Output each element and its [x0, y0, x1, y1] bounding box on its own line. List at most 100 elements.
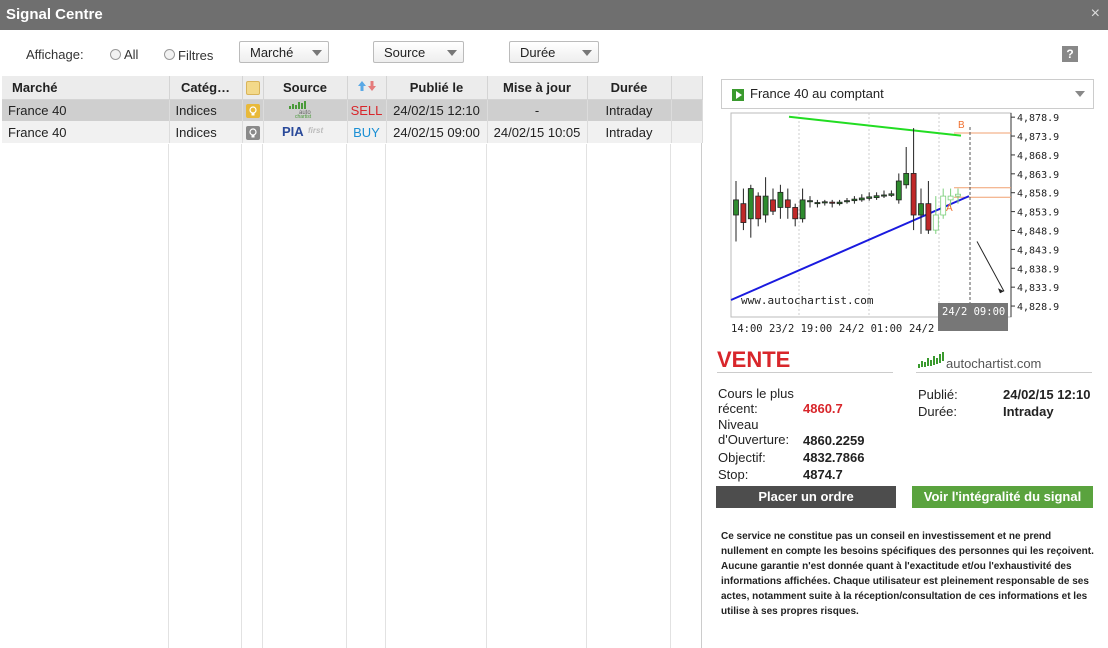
chart-y-tick-label: 4,838.9 [1017, 264, 1059, 275]
chart-y-tick-label: 4,843.9 [1017, 245, 1059, 256]
col-header-updated[interactable]: Mise à jour [487, 76, 588, 100]
chevron-down-icon [312, 50, 322, 56]
signal-chart[interactable]: 4,878.9 4,873.9 4,868.9 4,863.9 4,858.9 4,853… [729, 111, 1099, 341]
chart-marker-a: A [946, 203, 953, 214]
chevron-down-icon [447, 50, 457, 56]
cell-category: Indices [169, 99, 243, 121]
chevron-down-icon [1075, 91, 1085, 97]
column-divider [670, 144, 671, 648]
signal-detail-pane: France 40 au comptant 4,878.9 4,873.9 4,86… [704, 76, 1108, 648]
chart-candle [747, 188, 754, 220]
radio-filters-label[interactable]: Filtres [178, 48, 213, 63]
column-divider [385, 144, 386, 648]
col-header-published[interactable]: Publié le [386, 76, 488, 100]
sort-arrows-icon [357, 80, 376, 91]
disclaimer-text: Ce service ne constitue pas un conseil e… [721, 531, 1094, 617]
col-header-direction[interactable] [347, 76, 387, 100]
chart-y-tick-label: 4,873.9 [1017, 132, 1059, 143]
cell-published: 24/02/15 12:10 [386, 99, 488, 121]
chart-candle [799, 199, 806, 220]
radio-all-label[interactable]: All [124, 47, 138, 62]
source-dropdown-label: Source [384, 45, 426, 60]
cell-signal: BUY [347, 121, 387, 143]
column-divider [346, 144, 347, 648]
chart-candle [821, 201, 828, 204]
column-divider [168, 144, 169, 648]
chart-candle [733, 199, 739, 216]
cell-market: France 40 [2, 99, 170, 121]
chart-candle [932, 214, 939, 231]
table-row[interactable]: France 40 Indices auto chartist SELL 24/… [2, 99, 703, 121]
source-dropdown[interactable]: Source [373, 41, 464, 63]
window-titlebar: Signal Centre × [0, 0, 1108, 30]
play-icon [732, 89, 744, 101]
col-header-duration[interactable]: Durée [587, 76, 672, 100]
autochartist-logo-text: autochartist.com [946, 356, 1041, 371]
recent-price-value: 4860.7 [803, 401, 843, 416]
chart-candle [881, 194, 887, 197]
instrument-selector[interactable]: France 40 au comptant [721, 79, 1094, 109]
chart-y-tick-label: 4,878.9 [1017, 113, 1059, 124]
cell-category: Indices [169, 121, 243, 143]
chart-candle [903, 173, 910, 186]
chart-candle [807, 200, 813, 203]
published-value: 24/02/15 12:10 [1003, 387, 1091, 402]
svg-text:first: first [308, 126, 323, 135]
market-dropdown-label: Marché [250, 45, 294, 60]
place-order-button[interactable]: Placer un ordre [716, 486, 896, 508]
chart-y-tick-label: 4,853.9 [1017, 208, 1059, 219]
col-header-category[interactable]: Catég… [169, 76, 243, 100]
chart-candle [792, 207, 799, 220]
table-row[interactable]: France 40 Indices PIA first BUY 24/02/15… [2, 121, 703, 143]
signal-table-pane: Marché Catég… Source Publié le Mise à jo… [2, 76, 703, 648]
chart-y-tick-label: 4,833.9 [1017, 283, 1059, 294]
chart-marker-b: B [958, 120, 965, 131]
chart-candle [866, 196, 873, 199]
cell-spacer [671, 99, 703, 121]
cell-market: France 40 [2, 121, 170, 143]
lightbulb-icon [245, 104, 260, 119]
help-icon[interactable]: ? [1062, 46, 1078, 62]
chart-y-tick-label: 4,848.9 [1017, 226, 1059, 237]
divider [916, 372, 1092, 373]
svg-text:chartist: chartist [295, 114, 312, 118]
col-header-quality[interactable] [242, 76, 264, 100]
signal-table: Marché Catég… Source Publié le Mise à jo… [2, 76, 703, 143]
radio-all[interactable] [110, 49, 121, 60]
column-divider [262, 144, 263, 648]
column-divider [241, 144, 242, 648]
duration-dropdown[interactable]: Durée [509, 41, 599, 63]
col-header-source[interactable]: Source [263, 76, 348, 100]
radio-filters[interactable] [164, 49, 175, 60]
cell-published: 24/02/15 09:00 [386, 121, 488, 143]
chart-candle [770, 199, 776, 212]
view-full-signal-button[interactable]: Voir l'intégralité du signal [912, 486, 1093, 508]
autochartist-logo: autochartist.com [918, 352, 1041, 371]
cell-spacer [671, 121, 703, 143]
cell-quality [242, 99, 264, 121]
filter-bar: Affichage: All Filtres Marché Source Dur… [0, 30, 1108, 76]
window-title: Signal Centre [6, 6, 103, 23]
chart-candle [910, 173, 917, 216]
chart-candle [925, 203, 932, 231]
chart-candle [844, 200, 850, 203]
chart-x-tick-label: 24/2 [909, 323, 934, 335]
col-header-market[interactable]: Marché [2, 76, 170, 100]
chart-x-tick-label: 24/2 09:00 [942, 306, 1005, 318]
chart-candle [762, 195, 769, 216]
chart-candle [918, 203, 924, 216]
col-header-spacer [671, 76, 703, 100]
cell-source: PIA first [263, 121, 348, 143]
chart-candle [895, 180, 902, 201]
display-label: Affichage: [26, 47, 84, 62]
chart-y-tick-label: 4,868.9 [1017, 151, 1059, 162]
market-dropdown[interactable]: Marché [239, 41, 329, 63]
stop-label: Stop: [718, 467, 749, 482]
column-divider [586, 144, 587, 648]
autochartist-logo: auto chartist [289, 100, 312, 120]
column-divider [486, 144, 487, 648]
stop-value: 4874.7 [803, 467, 843, 482]
close-icon[interactable]: × [1091, 5, 1100, 23]
cell-signal: SELL [347, 99, 387, 121]
chart-candle [784, 199, 791, 208]
